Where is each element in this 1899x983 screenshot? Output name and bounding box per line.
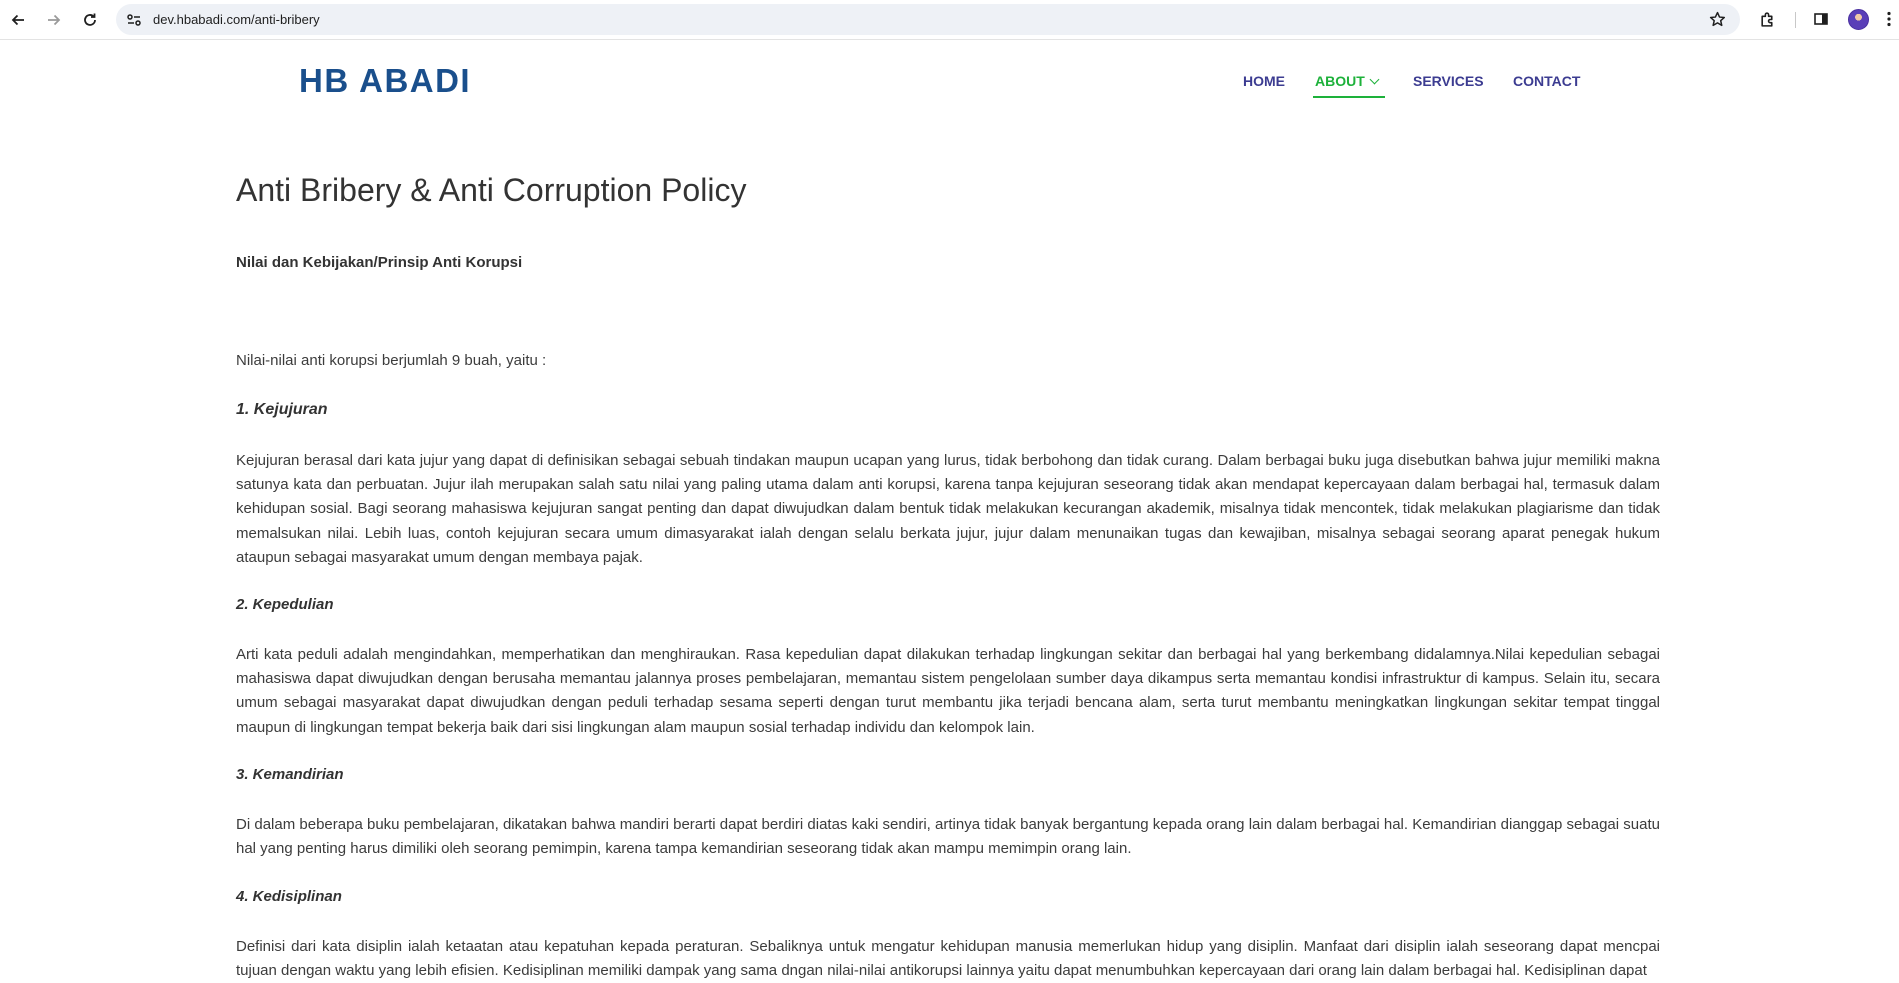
nav-home[interactable]: HOME	[1243, 73, 1285, 89]
address-bar[interactable]: dev.hbabadi.com/anti-bribery	[116, 4, 1740, 35]
section-heading: 1. Kejujuran	[236, 401, 328, 418]
toolbar-divider	[1795, 12, 1796, 28]
intro-text: Nilai-nilai anti korupsi berjumlah 9 bua…	[236, 352, 547, 369]
extensions-icon[interactable]	[1757, 9, 1777, 29]
chevron-down-icon	[1369, 74, 1380, 85]
section-paragraph: Arti kata peduli adalah mengindahkan, me…	[236, 646, 1660, 736]
section-paragraph: Di dalam beberapa buku pembelajaran, dik…	[236, 816, 1660, 858]
forward-icon[interactable]	[43, 9, 65, 31]
main-content: Anti Bribery & Anti Corruption Policy Ni…	[236, 172, 1660, 979]
page-subtitle: Nilai dan Kebijakan/Prinsip Anti Korupsi	[236, 254, 523, 271]
nav-contact[interactable]: CONTACT	[1513, 73, 1580, 89]
site-logo[interactable]: HB ABADI	[299, 62, 471, 100]
page-title: Anti Bribery & Anti Corruption Policy	[236, 172, 747, 208]
side-panel-icon[interactable]	[1811, 9, 1831, 29]
nav-about-label: ABOUT	[1315, 73, 1365, 89]
section-heading: 2. Kepedulian	[236, 596, 334, 613]
url-text[interactable]: dev.hbabadi.com/anti-bribery	[153, 12, 320, 27]
reload-icon[interactable]	[79, 9, 101, 31]
browser-toolbar: dev.hbabadi.com/anti-bribery	[0, 0, 1899, 40]
back-icon[interactable]	[7, 9, 29, 31]
nav-about[interactable]: ABOUT	[1315, 73, 1380, 89]
nav-active-indicator	[1313, 96, 1385, 98]
profile-avatar[interactable]	[1848, 9, 1869, 30]
section-paragraph: Kejujuran berasal dari kata jujur yang d…	[236, 452, 1660, 566]
section-heading: 3. Kemandirian	[236, 766, 344, 783]
bookmark-star-icon[interactable]	[1709, 11, 1726, 28]
section-heading: 4. Kedisiplinan	[236, 888, 342, 905]
section-paragraph: Definisi dari kata disiplin ialah ketaat…	[236, 938, 1660, 980]
site-info-icon[interactable]	[126, 12, 142, 28]
nav-services[interactable]: SERVICES	[1413, 73, 1484, 89]
menu-dots-icon[interactable]	[1882, 9, 1896, 29]
